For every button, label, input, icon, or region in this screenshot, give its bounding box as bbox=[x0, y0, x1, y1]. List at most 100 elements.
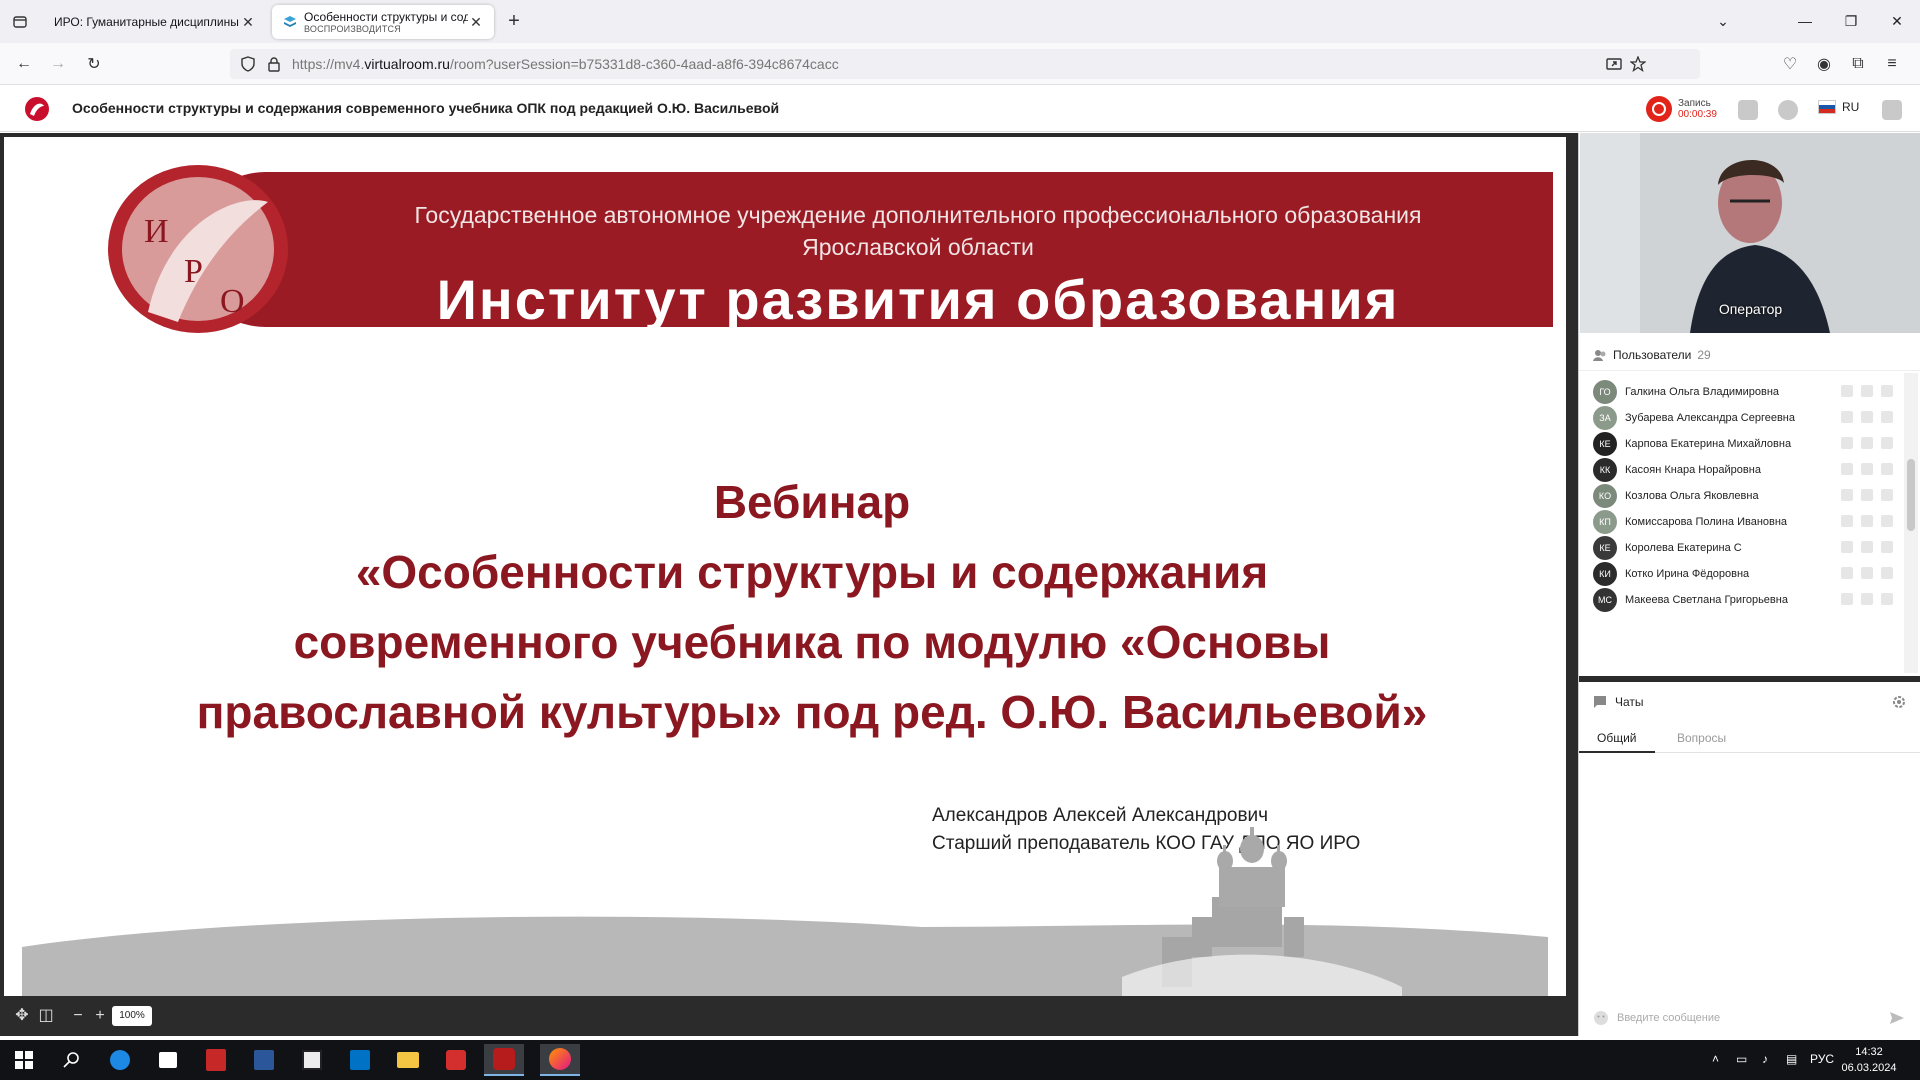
folder-icon[interactable] bbox=[1738, 100, 1758, 120]
list-item[interactable]: КП Комиссарова Полина Ивановна bbox=[1593, 509, 1893, 535]
input-language[interactable]: РУС bbox=[1810, 1052, 1834, 1066]
edge-icon[interactable] bbox=[100, 1044, 140, 1076]
list-item[interactable]: КИ Котко Ирина Фёдоровна bbox=[1593, 561, 1893, 587]
camera-icon[interactable] bbox=[1861, 515, 1873, 527]
mic-icon[interactable] bbox=[1841, 411, 1853, 423]
language-selector[interactable]: RU bbox=[1818, 100, 1859, 114]
send-icon[interactable] bbox=[1889, 1010, 1905, 1026]
tab-questions[interactable]: Вопросы bbox=[1659, 723, 1744, 753]
camera-icon[interactable] bbox=[1861, 593, 1873, 605]
record-status[interactable]: Запись 00:00:39 bbox=[1646, 96, 1717, 122]
extensions-icon[interactable]: ⧉ bbox=[1844, 51, 1872, 77]
restore-window-button[interactable]: ❐ bbox=[1836, 8, 1866, 34]
menu-hamburger-icon[interactable]: ≡ bbox=[1878, 51, 1906, 77]
network-icon[interactable]: ▭ bbox=[1736, 1052, 1747, 1066]
list-item[interactable]: МС Макеева Светлана Григорьевна bbox=[1593, 587, 1893, 613]
url-bar[interactable]: https://mv4.virtualroom.ru/room?userSess… bbox=[230, 49, 1700, 79]
minimize-window-button[interactable]: — bbox=[1790, 8, 1820, 34]
reload-icon[interactable]: ↻ bbox=[80, 51, 108, 77]
tab-close-icon[interactable]: ✕ bbox=[468, 14, 484, 31]
pan-icon[interactable]: ✥ bbox=[12, 1006, 32, 1026]
panel-divider[interactable] bbox=[1579, 676, 1920, 682]
camera-icon[interactable] bbox=[1861, 463, 1873, 475]
forward-arrow-icon[interactable]: → bbox=[44, 51, 72, 77]
mic-icon[interactable] bbox=[1841, 489, 1853, 501]
list-item[interactable]: КО Козлова Ольга Яковлевна bbox=[1593, 483, 1893, 509]
screen-icon[interactable] bbox=[1881, 593, 1893, 605]
screen-icon[interactable] bbox=[1881, 489, 1893, 501]
mic-icon[interactable] bbox=[1841, 385, 1853, 397]
record-timer: 00:00:39 bbox=[1678, 109, 1717, 120]
camera-icon[interactable] bbox=[1861, 541, 1873, 553]
screen-icon[interactable] bbox=[1881, 411, 1893, 423]
back-arrow-icon[interactable]: ← bbox=[10, 51, 38, 77]
mic-icon[interactable] bbox=[1841, 567, 1853, 579]
acrobat-icon[interactable] bbox=[436, 1044, 476, 1076]
list-item[interactable]: КК Касоян Кнара Норайровна bbox=[1593, 457, 1893, 483]
webinar-title-line: православной культуры» под ред. О.Ю. Вас… bbox=[196, 686, 1428, 738]
camera-icon[interactable] bbox=[1861, 385, 1873, 397]
pdf-editor-icon[interactable] bbox=[196, 1044, 236, 1076]
system-clock[interactable]: 14:32 06.03.2024 bbox=[1836, 1044, 1902, 1076]
screen-icon[interactable] bbox=[1881, 515, 1893, 527]
account-icon[interactable]: ◉ bbox=[1810, 51, 1838, 77]
screen-icon[interactable] bbox=[1881, 385, 1893, 397]
search-icon[interactable] bbox=[52, 1044, 92, 1076]
users-scrollbar[interactable] bbox=[1904, 373, 1918, 673]
tab-general[interactable]: Общий bbox=[1579, 723, 1655, 753]
word-icon[interactable] bbox=[244, 1044, 284, 1076]
volume-icon[interactable]: ♪ bbox=[1762, 1052, 1768, 1066]
exit-icon[interactable] bbox=[1882, 100, 1902, 120]
tray-chevron-up-icon[interactable]: ˄ bbox=[1712, 1052, 1719, 1066]
pocket-icon[interactable]: ♡ bbox=[1776, 51, 1804, 77]
operator-video[interactable]: Оператор bbox=[1580, 133, 1920, 333]
store-icon[interactable] bbox=[148, 1044, 188, 1076]
mic-icon[interactable] bbox=[1841, 463, 1853, 475]
new-tab-button[interactable]: + bbox=[502, 10, 526, 34]
list-item[interactable]: ГО Галкина Ольга Владимировна bbox=[1593, 379, 1893, 405]
shield-icon[interactable] bbox=[240, 56, 256, 72]
gear-icon[interactable] bbox=[1891, 694, 1907, 710]
screen-icon[interactable] bbox=[1881, 437, 1893, 449]
mic-icon[interactable] bbox=[1841, 593, 1853, 605]
screen-share-icon[interactable] bbox=[1606, 56, 1622, 72]
list-item[interactable]: КЕ Королева Екатерина С bbox=[1593, 535, 1893, 561]
camera-icon[interactable] bbox=[1861, 411, 1873, 423]
mic-icon[interactable] bbox=[1841, 437, 1853, 449]
screen-icon[interactable] bbox=[1881, 541, 1893, 553]
screen-icon[interactable] bbox=[1881, 463, 1893, 475]
bookmark-star-icon[interactable] bbox=[1630, 56, 1646, 72]
lock-icon[interactable] bbox=[266, 56, 282, 72]
notification-message-icon[interactable]: ▤ bbox=[1786, 1052, 1797, 1066]
mic-icon[interactable] bbox=[1841, 541, 1853, 553]
list-item[interactable]: КЕ Карпова Екатерина Михайловна bbox=[1593, 431, 1893, 457]
close-window-button[interactable]: ✕ bbox=[1882, 8, 1912, 34]
camera-icon[interactable] bbox=[1861, 489, 1873, 501]
zoom-level[interactable]: 100% bbox=[112, 1006, 152, 1026]
scroll-thumb[interactable] bbox=[1907, 459, 1915, 531]
camera-icon[interactable] bbox=[1861, 437, 1873, 449]
outlook-icon[interactable] bbox=[340, 1044, 380, 1076]
emoji-icon[interactable] bbox=[1593, 1010, 1609, 1026]
file-explorer-icon[interactable] bbox=[388, 1044, 428, 1076]
webinar-app-icon[interactable] bbox=[484, 1044, 524, 1076]
tab-overflow-chevron-icon[interactable]: ⌄ bbox=[1708, 8, 1738, 34]
mic-icon[interactable] bbox=[1841, 515, 1853, 527]
zoom-out-button[interactable]: − bbox=[68, 1006, 88, 1026]
info-icon[interactable] bbox=[1778, 100, 1798, 120]
screen-icon[interactable] bbox=[1881, 567, 1893, 579]
7zip-icon[interactable] bbox=[292, 1044, 332, 1076]
chat-message-input[interactable]: Введите сообщение bbox=[1579, 1001, 1920, 1035]
fit-width-icon[interactable]: ◫ bbox=[36, 1006, 56, 1026]
tab-list-button[interactable] bbox=[8, 10, 32, 34]
users-header[interactable]: Пользователи 29 bbox=[1579, 339, 1920, 371]
firefox-icon[interactable] bbox=[540, 1044, 580, 1076]
browser-tab-iro[interactable]: ИРО: Гуманитарные дисциплины ✕ bbox=[44, 5, 266, 39]
windows-start-icon[interactable] bbox=[4, 1044, 44, 1076]
camera-icon[interactable] bbox=[1861, 567, 1873, 579]
users-count: 29 bbox=[1697, 347, 1711, 362]
browser-tab-webinar[interactable]: Особенности структуры и содержания ВОСПР… bbox=[272, 5, 494, 39]
list-item[interactable]: ЗА Зубарева Александра Сергеевна bbox=[1593, 405, 1893, 431]
zoom-in-button[interactable]: + bbox=[90, 1006, 110, 1026]
tab-close-icon[interactable]: ✕ bbox=[240, 14, 256, 31]
